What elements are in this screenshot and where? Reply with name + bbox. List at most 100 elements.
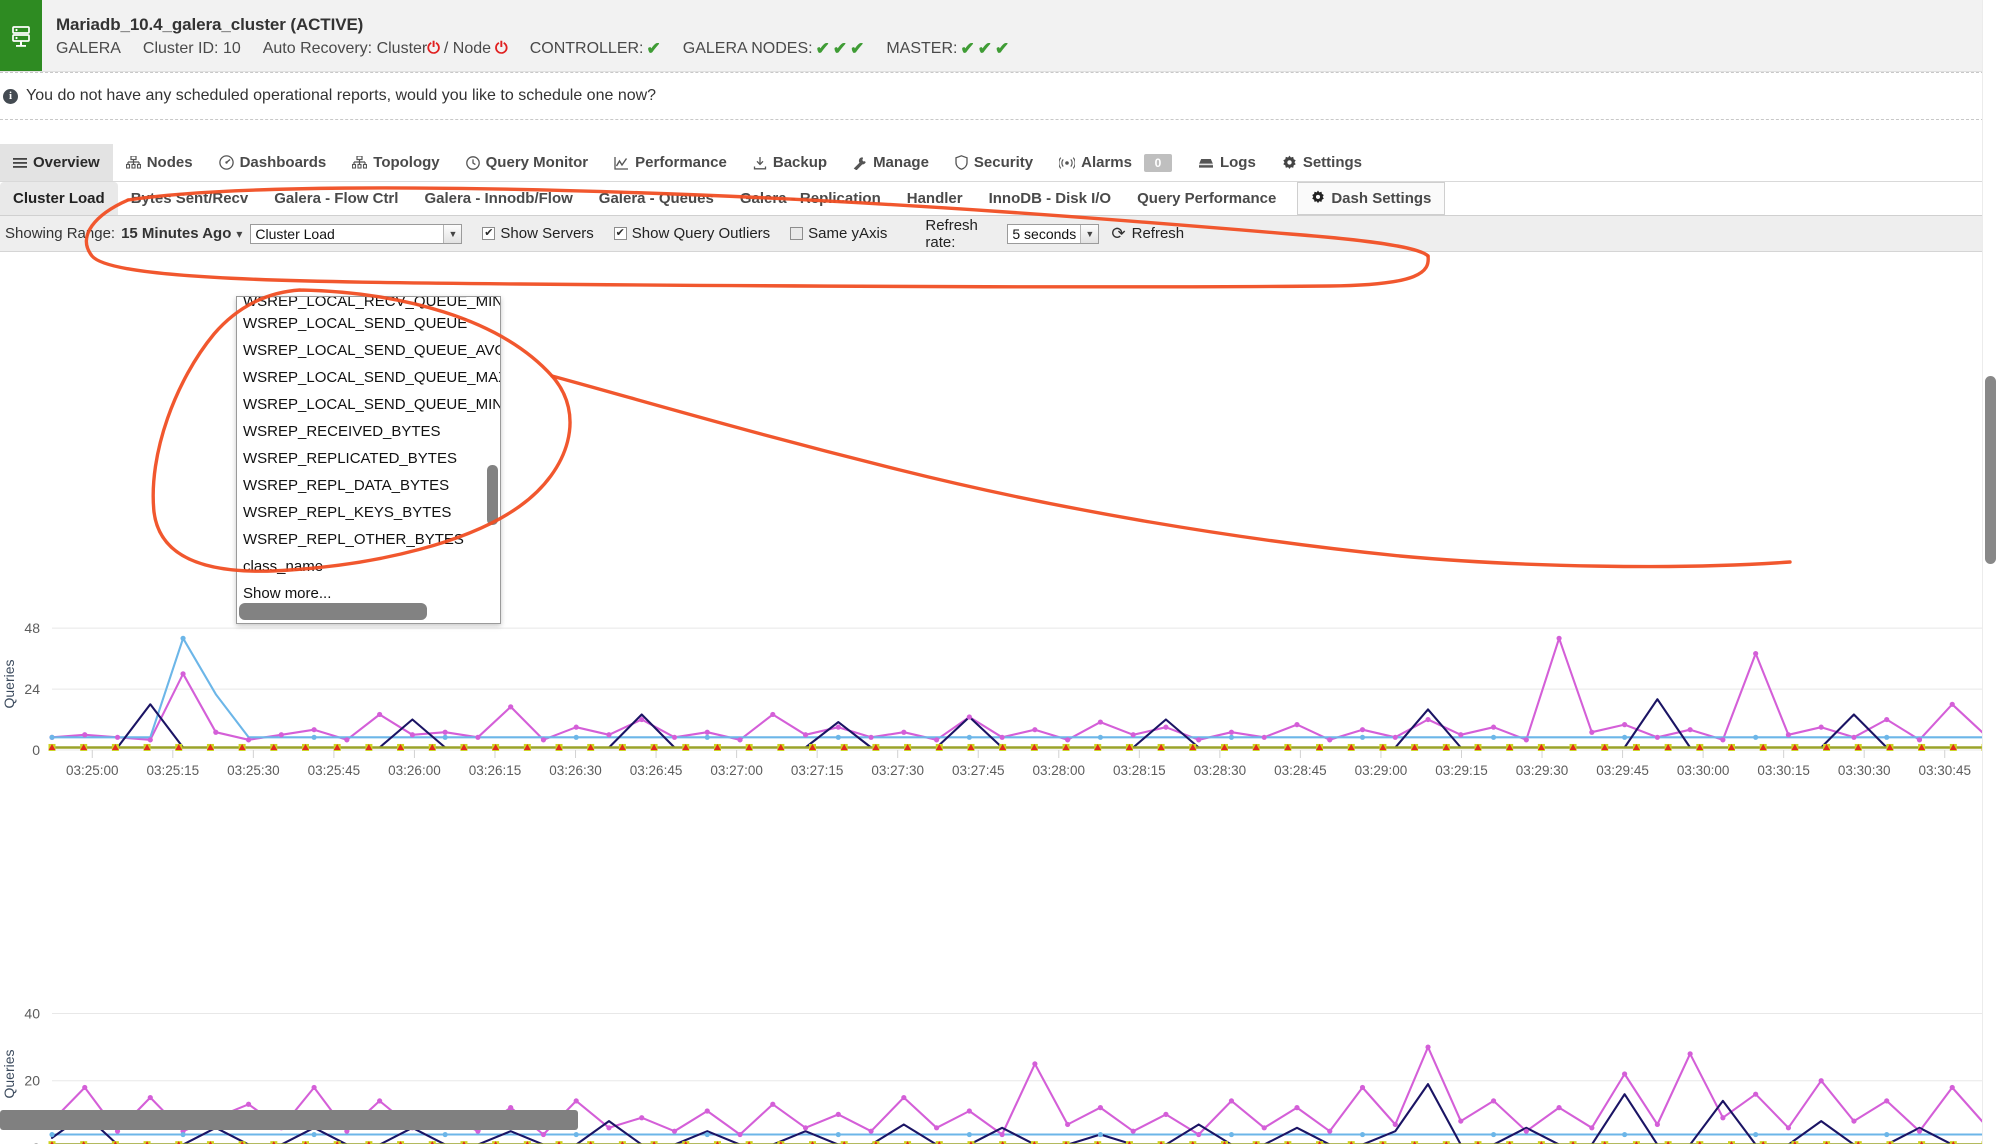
chart-data-point	[835, 724, 841, 730]
checkbox-box-same-yaxis[interactable]	[790, 227, 804, 240]
nav-item-security[interactable]: Security	[942, 144, 1046, 181]
cluster-meta-row: GALERA Cluster ID: 10 Auto Recovery: Clu…	[56, 38, 1009, 60]
refresh-rate-select[interactable]: 5 seconds ▼	[1007, 223, 1100, 244]
sub-tab-galera-replication[interactable]: Galera - Replication	[727, 182, 894, 215]
nav-item-logs[interactable]: Logs	[1185, 144, 1269, 181]
x-tick-label: 03:30:00	[1677, 763, 1730, 778]
nav-item-dashboards[interactable]: Dashboards	[206, 144, 340, 181]
chevron-down-icon-refresh-rate[interactable]: ▼	[1080, 224, 1099, 243]
chart-data-point	[868, 734, 874, 740]
chart-data-point	[1589, 729, 1595, 735]
gear-icon-dash-settings	[1311, 190, 1325, 208]
nav-item-performance[interactable]: Performance	[601, 144, 740, 181]
sub-tab-galera-flow-ctrl[interactable]: Galera - Flow Ctrl	[261, 182, 411, 215]
dropdown-item-wsrep-local-send-queue-max[interactable]: WSREP_LOCAL_SEND_QUEUE_MAX	[237, 364, 500, 391]
chart-data-point	[1851, 1118, 1857, 1124]
chart-data-point	[770, 1101, 776, 1107]
dropdown-item-wsrep-repl-other-bytes[interactable]: WSREP_REPL_OTHER_BYTES	[237, 526, 500, 553]
chart-data-point	[1687, 1051, 1693, 1057]
chart-data-point	[737, 737, 743, 743]
metric-select[interactable]: Cluster Load ▼	[250, 223, 463, 244]
chart-data-point	[802, 732, 809, 738]
nav-item-alarms[interactable]: Alarms 0	[1046, 144, 1185, 181]
nav-item-topology[interactable]: Topology	[339, 144, 452, 181]
check-icon-master-1: ✔	[960, 38, 975, 58]
sub-tab-galera-queues[interactable]: Galera - Queues	[586, 182, 727, 215]
dropdown-item-wsrep-local-send-queue[interactable]: WSREP_LOCAL_SEND_QUEUE	[237, 310, 500, 337]
chart-data-point	[1556, 635, 1562, 641]
chart-data-point	[1818, 1078, 1824, 1084]
chevron-down-icon-metric[interactable]: ▼	[443, 224, 462, 243]
chart-data-point	[180, 1131, 186, 1138]
nav-label-manage: Manage	[873, 154, 929, 171]
nav-item-query-monitor[interactable]: Query Monitor	[453, 144, 602, 181]
page-vertical-scrollbar[interactable]	[1982, 0, 1999, 1144]
dropdown-vertical-scrollbar[interactable]	[487, 299, 498, 621]
chart-data-point	[1785, 732, 1792, 738]
show-query-outliers-checkbox[interactable]: ✔ Show Query Outliers	[613, 225, 771, 242]
dropdown-horizontal-scrollbar[interactable]	[239, 603, 427, 620]
same-yaxis-checkbox[interactable]: Same yAxis	[790, 225, 887, 242]
x-tick-label: 03:27:00	[710, 763, 763, 778]
info-icon: i	[3, 88, 18, 104]
dropdown-item-wsrep-replicated-bytes[interactable]: WSREP_REPLICATED_BYTES	[237, 445, 500, 472]
dropdown-item-wsrep-received-bytes[interactable]: WSREP_RECEIVED_BYTES	[237, 418, 500, 445]
refresh-button[interactable]: ⟳ Refresh	[1111, 224, 1184, 244]
page-horizontal-scroll-thumb[interactable]	[0, 1110, 578, 1130]
sub-tab-galera-innodb-flow[interactable]: Galera - Innodb/Flow	[411, 182, 585, 215]
dropdown-item-wsrep-repl-data-bytes[interactable]: WSREP_REPL_DATA_BYTES	[237, 472, 500, 499]
nav-item-manage[interactable]: Manage	[840, 144, 942, 181]
check-icon-galera-1: ✔	[815, 38, 830, 58]
nav-item-overview[interactable]: Overview	[0, 144, 113, 181]
dropdown-item-wsrep-local-send-queue-min[interactable]: WSREP_LOCAL_SEND_QUEUE_MIN	[237, 391, 500, 418]
chart-data-point	[835, 734, 841, 740]
x-tick-label: 03:29:45	[1596, 763, 1649, 778]
chart-data-point	[1753, 1091, 1759, 1097]
x-tick-label: 03:25:00	[66, 763, 119, 778]
chart-data-point	[1818, 724, 1824, 730]
showing-range-value[interactable]: 15 Minutes Ago	[121, 225, 231, 242]
sub-tab-bytes-sent-recv[interactable]: Bytes Sent/Recv	[118, 182, 262, 215]
show-query-outliers-label: Show Query Outliers	[631, 225, 771, 242]
dropdown-item-clipped[interactable]: WSREP_LOCAL_RECV_QUEUE_MIN	[237, 297, 500, 310]
chart-data-point	[180, 671, 186, 677]
metric-dropdown-list[interactable]: WSREP_LOCAL_RECV_QUEUE_MIN WSREP_LOCAL_S…	[236, 296, 501, 624]
controller-label: CONTROLLER:	[529, 39, 644, 57]
sub-tab-dash-settings[interactable]: Dash Settings	[1297, 182, 1446, 215]
metric-select-value: Cluster Load	[255, 225, 335, 242]
shield-icon	[955, 155, 968, 170]
show-servers-checkbox[interactable]: ✔ Show Servers	[482, 225, 594, 242]
chart-data-point	[147, 1094, 153, 1101]
chart-data-point	[1425, 716, 1431, 723]
chart-data-point	[311, 1084, 317, 1091]
chart-data-point	[1949, 1084, 1955, 1091]
refresh-circular-arrow-icon: ⟳	[1111, 223, 1126, 243]
checkbox-box-show-query-outliers[interactable]: ✔	[613, 227, 627, 240]
dropdown-item-class-name[interactable]: class_name	[237, 553, 500, 580]
page-vertical-scroll-thumb[interactable]	[1985, 376, 1996, 564]
nav-item-settings[interactable]: Settings	[1269, 144, 1375, 181]
power-icon-node[interactable]: ⏻	[495, 38, 508, 60]
dropdown-item-wsrep-repl-keys-bytes[interactable]: WSREP_REPL_KEYS_BYTES	[237, 499, 500, 526]
caret-down-icon-range[interactable]: ▾	[236, 227, 242, 241]
sub-tab-innodb-disk-io[interactable]: InnoDB - Disk I/O	[976, 182, 1125, 215]
nav-label-overview: Overview	[33, 154, 100, 171]
y-tick-label: 40	[24, 1005, 40, 1021]
operational-reports-notice: i You do not have any scheduled operatio…	[0, 72, 1999, 120]
nav-item-backup[interactable]: Backup	[740, 144, 840, 181]
x-tick-label: 03:25:15	[147, 763, 200, 778]
chart-data-point	[639, 1115, 645, 1121]
sub-tab-query-performance[interactable]: Query Performance	[1124, 182, 1289, 215]
sub-tab-handler[interactable]: Handler	[894, 182, 976, 215]
nav-item-nodes[interactable]: Nodes	[113, 144, 206, 181]
checkbox-box-show-servers[interactable]: ✔	[482, 227, 496, 240]
chart-data-point	[671, 734, 678, 740]
sub-tab-label-galera-innodb-flow: Galera - Innodb/Flow	[424, 190, 573, 207]
chart-data-point	[1753, 734, 1759, 740]
power-icon-cluster[interactable]: ⏻	[427, 38, 440, 60]
dropdown-scroll-thumb[interactable]	[487, 465, 498, 525]
dropdown-item-wsrep-local-send-queue-avg[interactable]: WSREP_LOCAL_SEND_QUEUE_AVG	[237, 337, 500, 364]
chart-data-point	[1490, 724, 1497, 730]
sub-tab-cluster-load[interactable]: Cluster Load	[0, 182, 118, 215]
chart-data-point	[1622, 722, 1628, 728]
